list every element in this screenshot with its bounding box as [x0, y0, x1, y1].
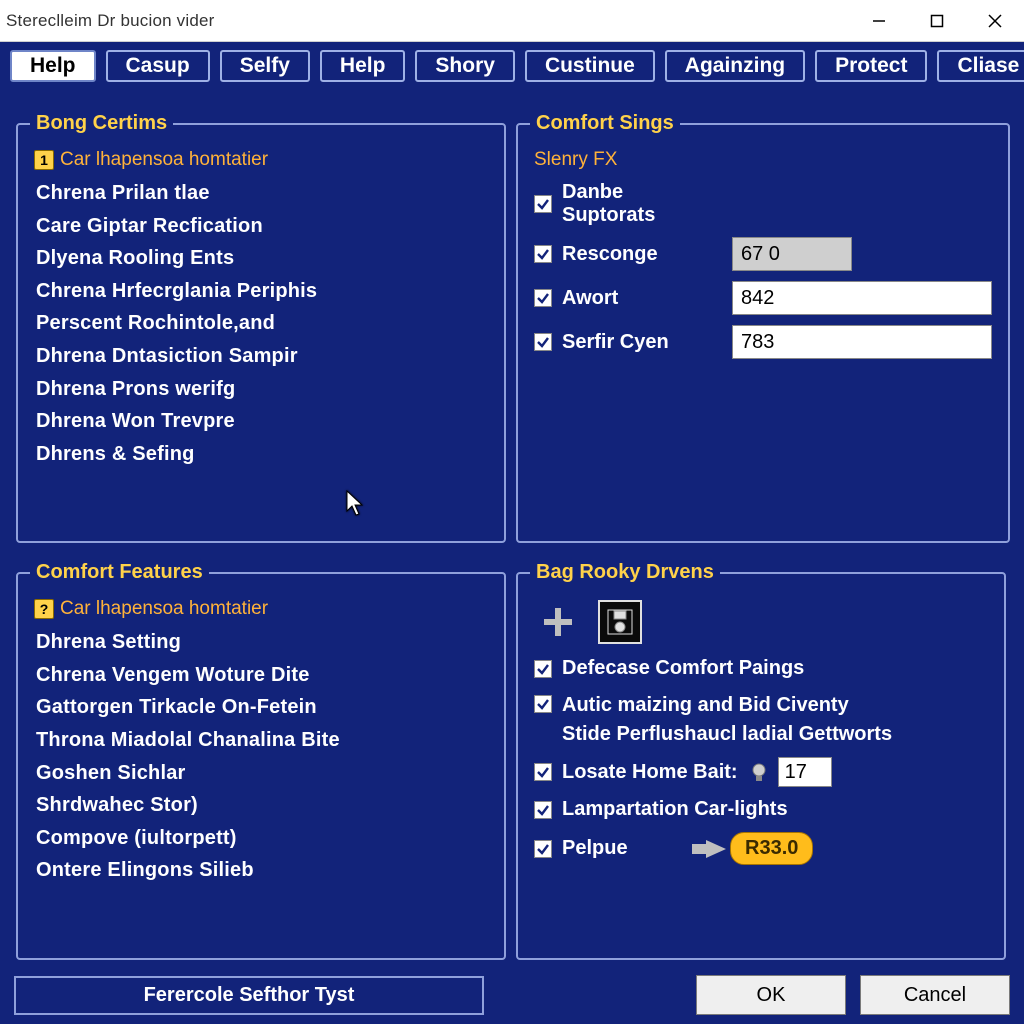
menu-againzing[interactable]: Againzing	[665, 50, 805, 82]
group-comfort-features: Comfort Features ? Car lhapensoa homtati…	[16, 561, 506, 960]
list-item[interactable]: Chrena Hrfecrglania Periphis	[34, 275, 488, 308]
minimize-button[interactable]	[850, 0, 908, 42]
checkbox[interactable]	[534, 801, 552, 819]
main-panel: Bong Certims 1 Car lhapensoa homtatier C…	[0, 90, 1024, 966]
menu-casup[interactable]: Casup	[106, 50, 210, 82]
settings-row-awort: Awort	[534, 281, 992, 315]
bulb-icon	[748, 761, 770, 783]
group-legend: Bong Certims	[30, 112, 173, 135]
tip-text: Car lhapensoa homtatier	[60, 598, 268, 620]
help-icon: ?	[34, 599, 54, 619]
group-bag-rooky-drvens: Bag Rooky Drvens Defecase Comfort Paings…	[516, 561, 1006, 960]
driver-label: Losate Home Bait:	[562, 758, 738, 787]
add-button[interactable]	[536, 600, 580, 644]
list-item[interactable]: Dlyena Rooling Ents	[34, 242, 488, 275]
group-legend: Comfort Sings	[530, 112, 680, 135]
list-item[interactable]: Dhrena Setting	[34, 626, 488, 659]
checkbox[interactable]	[534, 840, 552, 858]
group-legend: Bag Rooky Drvens	[530, 561, 720, 584]
info-icon: 1	[34, 150, 54, 170]
checkbox[interactable]	[534, 695, 552, 713]
list-item[interactable]: Dhrena Prons werifg	[34, 373, 488, 406]
maximize-button[interactable]	[908, 0, 966, 42]
version-pill: R33.0	[730, 832, 813, 865]
driver-label: Lampartation Car-lights	[562, 795, 988, 824]
list-item[interactable]: Compove (iultorpett)	[34, 822, 488, 855]
driver-row-lampartation: Lampartation Car-lights	[534, 795, 988, 824]
settings-label: Awort	[562, 287, 722, 310]
awort-input[interactable]	[732, 281, 992, 315]
list-item[interactable]: Gattorgen Tirkacle On-Fetein	[34, 691, 488, 724]
driver-row-pelpue: Pelpue R33.0	[534, 832, 988, 865]
list-item[interactable]: Care Giptar Recfication	[34, 210, 488, 243]
tip-row: 1 Car lhapensoa homtatier	[34, 149, 488, 171]
losate-input[interactable]	[778, 757, 832, 787]
driver-row-defecase: Defecase Comfort Paings	[534, 654, 988, 683]
menu-help-active[interactable]: Help	[10, 50, 96, 82]
settings-row-serfir: Serfir Cyen	[534, 325, 992, 359]
menu-help[interactable]: Help	[320, 50, 406, 82]
resconge-input[interactable]	[732, 237, 852, 271]
checkbox[interactable]	[534, 660, 552, 678]
list-item[interactable]: Throna Miadolal Chanalina Bite	[34, 724, 488, 757]
checkbox[interactable]	[534, 763, 552, 781]
settings-label: Danbe Suptorats	[562, 181, 722, 227]
menu-custinue[interactable]: Custinue	[525, 50, 655, 82]
list-item[interactable]: Dhrens & Sefing	[34, 438, 488, 471]
settings-label: Serfir Cyen	[562, 331, 722, 354]
tip-row: ? Car lhapensoa homtatier	[34, 598, 488, 620]
ok-button[interactable]: OK	[696, 975, 846, 1015]
cursor-icon	[346, 490, 366, 518]
list-item[interactable]: Chrena Prilan tlae	[34, 177, 488, 210]
settings-label: Resconge	[562, 243, 722, 266]
group-legend: Comfort Features	[30, 561, 209, 584]
certims-list: Chrena Prilan tlae Care Giptar Recficati…	[34, 177, 488, 470]
group-bong-certims: Bong Certims 1 Car lhapensoa homtatier C…	[16, 112, 506, 543]
checkbox[interactable]	[534, 245, 552, 263]
menu-selfy[interactable]: Selfy	[220, 50, 310, 82]
driver-row-losate: Losate Home Bait:	[534, 757, 988, 787]
checkbox[interactable]	[534, 333, 552, 351]
list-item[interactable]: Chrena Vengem Woture Dite	[34, 659, 488, 692]
menu-cliase[interactable]: Cliase	[937, 50, 1024, 82]
list-item[interactable]: Shrdwahec Stor)	[34, 789, 488, 822]
list-item[interactable]: Perscent Rochintole,and	[34, 307, 488, 340]
driver-label: Autic maizing and Bid Civenty Stide Perf…	[562, 691, 988, 749]
driver-toolbar	[536, 600, 988, 644]
window-title: Stereclleim Dr bucion vider	[0, 11, 850, 31]
checkbox[interactable]	[534, 289, 552, 307]
settings-sub: Slenry FX	[534, 149, 992, 171]
save-button[interactable]	[598, 600, 642, 644]
group-comfort-sings: Comfort Sings Slenry FX Danbe Suptorats …	[516, 112, 1010, 543]
driver-label: Defecase Comfort Paings	[562, 654, 988, 683]
bottombar: Ferercole Sefthor Tyst OK Cancel	[0, 966, 1024, 1024]
list-item[interactable]: Ontere Elingons Silieb	[34, 854, 488, 887]
features-list: Dhrena Setting Chrena Vengem Woture Dite…	[34, 626, 488, 887]
menu-protect[interactable]: Protect	[815, 50, 927, 82]
menubar: Help Casup Selfy Help Shory Custinue Aga…	[0, 42, 1024, 90]
cancel-button[interactable]: Cancel	[860, 975, 1010, 1015]
tip-text: Car lhapensoa homtatier	[60, 149, 268, 171]
close-button[interactable]	[966, 0, 1024, 42]
settings-row-danbe: Danbe Suptorats	[534, 181, 992, 227]
driver-row-autic: Autic maizing and Bid Civenty Stide Perf…	[534, 691, 988, 749]
menu-shory[interactable]: Shory	[415, 50, 515, 82]
serfir-input[interactable]	[732, 325, 992, 359]
driver-label: Pelpue	[562, 834, 682, 863]
bolt-icon	[692, 838, 722, 860]
list-item[interactable]: Goshen Sichlar	[34, 757, 488, 790]
checkbox[interactable]	[534, 195, 552, 213]
list-item[interactable]: Dhrena Dntasiction Sampir	[34, 340, 488, 373]
list-item[interactable]: Dhrena Won Trevpre	[34, 405, 488, 438]
settings-row-resconge: Resconge	[534, 237, 992, 271]
status-box: Ferercole Sefthor Tyst	[14, 976, 484, 1015]
titlebar: Stereclleim Dr bucion vider	[0, 0, 1024, 42]
